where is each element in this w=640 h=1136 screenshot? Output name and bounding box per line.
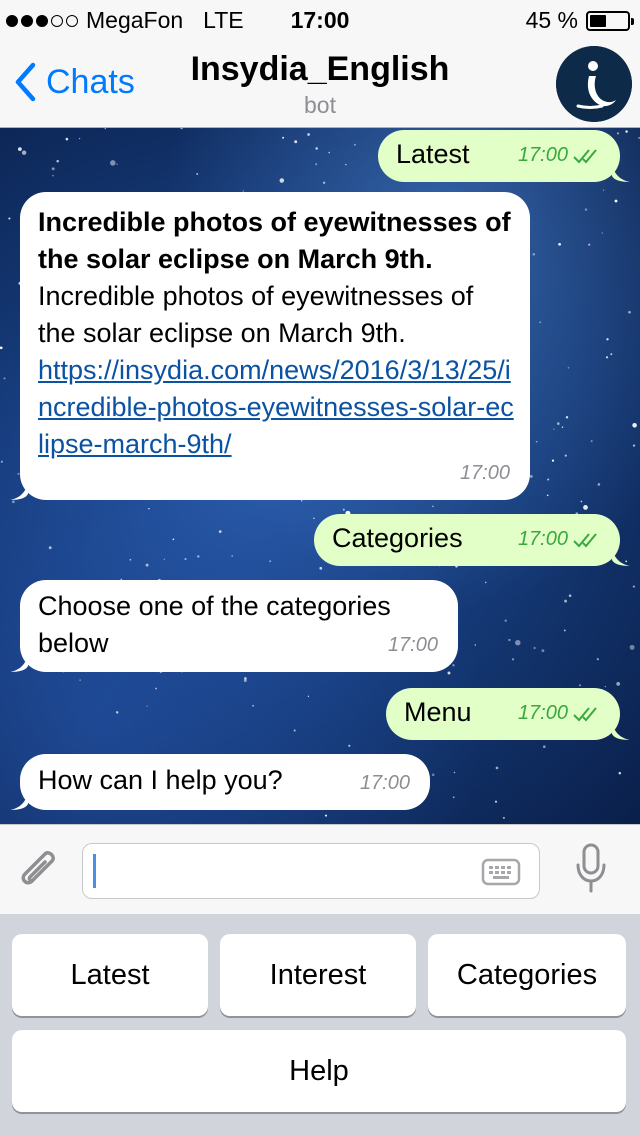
message-time: 17:00 — [387, 634, 438, 656]
chat-subtitle: bot — [304, 92, 336, 118]
keyboard-button-label: Help — [289, 1054, 349, 1087]
keyboard-button-label: Categories — [456, 958, 598, 991]
battery-percent: 45 % — [525, 7, 578, 33]
microphone-icon — [576, 843, 606, 893]
message-meta: 17:00 — [518, 695, 600, 732]
message-link[interactable]: https://insydia.com/news/2016/3/13/25/in… — [38, 352, 514, 463]
message-text: How can I help you? — [38, 765, 283, 795]
message-incoming[interactable]: Incredible photos of eyewitnesses of the… — [20, 192, 530, 500]
attach-button[interactable] — [14, 843, 62, 904]
message-meta: 17:00 — [360, 765, 410, 802]
message-time: 17:00 — [359, 772, 410, 794]
status-bar: MegaFon LTE 17:00 45 % — [0, 0, 640, 40]
bubble-tail — [612, 722, 630, 740]
keyboard-button-label: Interest — [269, 958, 367, 991]
message-outgoing[interactable]: Menu 17:00 — [386, 688, 620, 740]
keyboard-button-latest[interactable]: Latest — [12, 934, 208, 1016]
message-time: 17:00 — [517, 528, 568, 550]
chat-title[interactable]: Insydia_English — [0, 50, 640, 89]
avatar[interactable] — [556, 46, 632, 122]
double-check-icon — [573, 532, 597, 547]
message-incoming[interactable]: How can I help you? 17:00 — [20, 754, 430, 810]
message-text: Menu — [404, 697, 472, 727]
message-time: 17:00 — [517, 144, 568, 166]
nav-bar: Chats Insydia_English bot — [0, 40, 640, 128]
message-meta: 17:00 — [388, 627, 438, 664]
message-text: Categories — [332, 523, 463, 553]
bubble-tail — [612, 548, 630, 566]
microphone-button[interactable] — [574, 843, 608, 900]
message-incoming[interactable]: Choose one of the categories below 17:00 — [20, 580, 458, 672]
bubble-tail — [10, 482, 28, 500]
bot-keyboard: Latest Interest Categories Help — [0, 914, 640, 1136]
message-text: Latest — [396, 139, 470, 169]
message-meta: 17:00 — [460, 455, 510, 492]
bubble-tail — [10, 654, 28, 672]
seal-logo-icon — [556, 46, 632, 122]
message-outgoing[interactable]: Latest 17:00 — [378, 130, 620, 182]
chat-history[interactable]: Latest 17:00 Incredible photos of eyewit… — [0, 128, 640, 824]
keyboard-button-label: Latest — [70, 958, 150, 991]
text-cursor — [93, 854, 96, 888]
keyboard-icon[interactable] — [481, 856, 521, 888]
message-outgoing[interactable]: Categories 17:00 — [314, 514, 620, 566]
paperclip-icon — [21, 851, 55, 885]
keyboard-button-help[interactable]: Help — [12, 1030, 626, 1112]
double-check-icon — [573, 706, 597, 721]
message-time: 17:00 — [459, 462, 510, 484]
bubble-tail — [612, 164, 630, 182]
double-check-icon — [573, 148, 597, 163]
message-input[interactable] — [82, 843, 540, 899]
bubble-tail — [10, 792, 28, 810]
message-text: Incredible photos of eyewitnesses of the… — [38, 281, 474, 348]
message-composer — [0, 824, 640, 914]
message-headline: Incredible photos of eyewitnesses of the… — [38, 207, 511, 274]
battery-icon — [586, 10, 634, 31]
keyboard-button-interest[interactable]: Interest — [220, 934, 416, 1016]
message-time: 17:00 — [517, 702, 568, 724]
message-meta: 17:00 — [518, 137, 600, 174]
keyboard-button-categories[interactable]: Categories — [428, 934, 626, 1016]
message-meta: 17:00 — [518, 521, 600, 558]
